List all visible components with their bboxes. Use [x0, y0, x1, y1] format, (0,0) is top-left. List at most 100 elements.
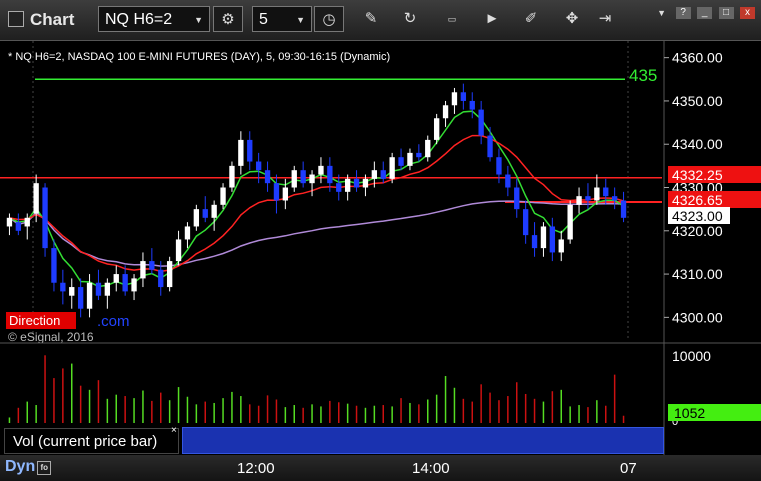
refresh-icon[interactable]: ↻ [395, 6, 425, 32]
candle-body [131, 278, 137, 292]
window-icon [8, 11, 24, 27]
price-tick-label: 4320.00 [672, 223, 723, 239]
candle-body [460, 92, 467, 101]
clock-icon[interactable]: ◷ [314, 6, 344, 32]
candle-body [389, 157, 395, 179]
candle-body [60, 282, 66, 292]
candle-body [184, 226, 191, 240]
chevron-down-icon[interactable]: ▼ [657, 8, 666, 18]
candle-body [282, 187, 289, 201]
candle-body [327, 165, 333, 184]
price-tag-red2: 4326.65 [672, 192, 723, 208]
close-button[interactable]: x [740, 7, 755, 19]
toolbar: Chart NQ H6=2 ▼ ⚙ 5 ▼ ◷ ✎ ↻ ▭ ► ✐ ✥ ▼ ⇥ ? … [0, 0, 761, 41]
candle-body [496, 157, 502, 175]
candle-body [15, 222, 22, 231]
formula-input[interactable] [182, 427, 664, 454]
maximize-button[interactable]: □ [718, 7, 734, 19]
candle-body [24, 217, 30, 227]
lock-icon[interactable]: fo [37, 461, 52, 475]
price-tag-last: 4323.00 [672, 208, 723, 224]
candle-body [51, 248, 57, 283]
candle-body [478, 109, 484, 136]
watermark-copyright: © eSignal, 2016 [8, 330, 94, 344]
candle-body [620, 200, 627, 218]
candle-body [69, 287, 75, 296]
chevron-down-icon[interactable]: ▼ [194, 7, 203, 33]
candle-body [567, 204, 573, 240]
interval-input[interactable]: 5 ▼ [252, 6, 312, 32]
eraser-icon[interactable]: ✐ [516, 6, 546, 32]
share-icon[interactable]: ⇥ [590, 6, 620, 32]
candle-body [371, 170, 378, 179]
close-icon[interactable]: × [171, 425, 177, 436]
symbol-input[interactable]: NQ H6=2 ▼ [98, 6, 210, 32]
candle-body [122, 274, 128, 292]
candle-body [487, 135, 493, 158]
time-label-noon: 12:00 [237, 460, 275, 477]
candle-body [344, 178, 351, 192]
play-icon[interactable]: ► [477, 6, 507, 32]
volume-panel-label-text: Vol (current price bar) [13, 433, 158, 450]
price-chart[interactable]: * NQ H6=2, NASDAQ 100 E-MINI FUTURES (DA… [0, 41, 761, 455]
candle-body [247, 139, 253, 162]
candle-body [175, 239, 182, 262]
candle-body [380, 170, 386, 179]
time-label-2pm: 14:00 [412, 460, 450, 477]
candle-body [33, 183, 39, 214]
minimize-button[interactable]: _ [697, 7, 713, 19]
candle-body [158, 269, 164, 288]
dynamic-mode-label: Dyn [5, 458, 36, 475]
app-title: Chart [8, 10, 74, 30]
price-tick-label: 4360.00 [672, 50, 723, 66]
candle-body [211, 204, 217, 218]
candle-body [531, 235, 538, 249]
candle-body [318, 165, 324, 175]
candle-body [291, 170, 297, 188]
candle-body [238, 139, 244, 166]
candle-body [353, 178, 360, 188]
price-tick-label: 4300.00 [672, 309, 723, 325]
candle-body [540, 226, 547, 249]
price-tick-label: 4350.00 [672, 93, 723, 109]
candle-body [309, 174, 315, 184]
candle-body [514, 187, 520, 210]
candle-body [469, 100, 475, 110]
interval-value: 5 [259, 11, 268, 28]
candle-body [255, 161, 262, 171]
settings-icon[interactable]: ✥ [557, 6, 587, 32]
chevron-down-icon[interactable]: ▼ [296, 7, 305, 33]
candle-body [611, 196, 618, 201]
candle-body [407, 152, 413, 166]
volume-tick-top: 10000 [672, 348, 711, 364]
link-icon[interactable]: ⚙ [213, 6, 243, 32]
pencil-icon[interactable]: ✎ [356, 6, 386, 32]
candle-body [425, 139, 431, 158]
candle-body [505, 174, 511, 188]
price-tick-label: 4310.00 [672, 266, 723, 282]
candle-body [585, 196, 591, 201]
candle-body [398, 157, 404, 166]
candle-body [264, 170, 271, 184]
watermark-brand-right: .com [97, 313, 130, 330]
candle-body [442, 105, 449, 119]
help-button[interactable]: ? [675, 7, 691, 19]
time-label-next: 07 [620, 460, 637, 477]
candle-body [104, 282, 111, 296]
price-tick-label: 4340.00 [672, 136, 723, 152]
candle-body [451, 92, 458, 106]
candle-body [229, 165, 235, 188]
candle-body [300, 170, 306, 184]
candle-body [149, 261, 155, 270]
dynamic-mode[interactable]: Dyn fo [5, 458, 52, 476]
window-buttons: ? _ □ x [674, 2, 755, 20]
get-data-icon[interactable]: ▭ [437, 6, 467, 32]
candle-body [576, 196, 582, 205]
candle-body [113, 274, 119, 283]
candle-body [95, 282, 102, 296]
candle-body [433, 118, 440, 140]
watermark-brand-left: Direction [9, 313, 60, 328]
volume-panel-label: Vol (current price bar) [4, 428, 179, 454]
candle-body [86, 282, 93, 309]
chart-header: * NQ H6=2, NASDAQ 100 E-MINI FUTURES (DA… [8, 51, 390, 63]
